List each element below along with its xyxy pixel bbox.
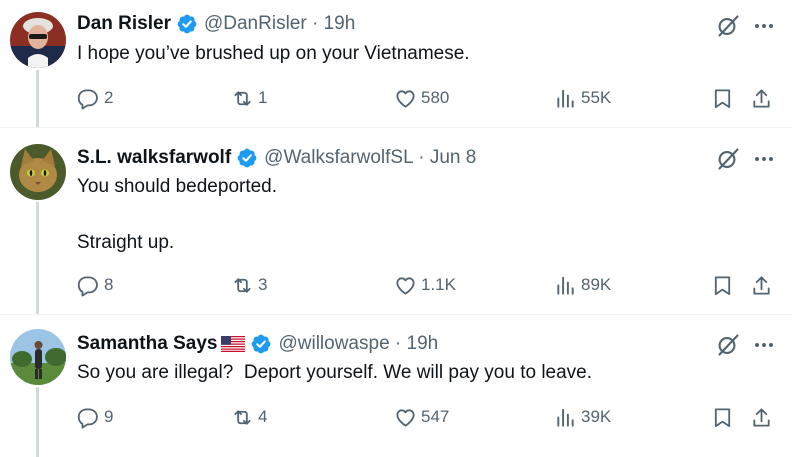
handle-text: @DanRisler bbox=[203, 13, 307, 34]
like-button[interactable]: 547 bbox=[394, 404, 449, 430]
bookmark-button[interactable] bbox=[711, 85, 734, 111]
share-icon bbox=[750, 274, 773, 297]
author-name[interactable]: S.L. walksfarwolf bbox=[77, 147, 231, 169]
reply-button[interactable]: 8 bbox=[77, 272, 113, 298]
bookmark-button[interactable] bbox=[711, 272, 734, 298]
like-count: 1.1K bbox=[421, 275, 456, 294]
verified-badge-icon[interactable] bbox=[176, 13, 198, 35]
share-icon bbox=[750, 87, 773, 110]
reply-button[interactable]: 9 bbox=[77, 404, 113, 430]
grok-icon[interactable] bbox=[716, 14, 740, 38]
bookmark-icon bbox=[711, 406, 734, 429]
retweet-button[interactable]: 4 bbox=[231, 404, 267, 430]
reply-feed: Dan Risler @DanRisler · 19h I hope you’v… bbox=[0, 0, 792, 457]
views-icon bbox=[554, 87, 577, 110]
retweet-icon bbox=[231, 87, 254, 110]
heart-icon bbox=[394, 406, 417, 429]
reply-count: 8 bbox=[104, 275, 114, 294]
retweet-button[interactable]: 3 bbox=[231, 272, 267, 298]
view-count: 89K bbox=[581, 275, 612, 294]
views-icon bbox=[554, 406, 577, 429]
like-count: 580 bbox=[421, 88, 450, 107]
author-name[interactable]: Dan Risler bbox=[77, 13, 171, 35]
more-icon[interactable] bbox=[752, 14, 776, 38]
separator-dot: · bbox=[418, 147, 425, 168]
thread-line bbox=[36, 70, 39, 127]
author-handle[interactable]: @willowaspe · 19h bbox=[278, 333, 438, 355]
timestamp[interactable]: 19h bbox=[324, 13, 356, 34]
retweet-count: 3 bbox=[258, 275, 268, 294]
heart-icon bbox=[394, 87, 417, 110]
retweet-icon bbox=[231, 406, 254, 429]
handle-text: @willowaspe bbox=[278, 333, 390, 354]
verified-badge-icon[interactable] bbox=[250, 333, 272, 355]
action-bar: 2 1 580 55K bbox=[77, 85, 777, 111]
like-count: 547 bbox=[421, 407, 450, 426]
reply-button[interactable]: 2 bbox=[77, 85, 113, 111]
like-button[interactable]: 1.1K bbox=[394, 272, 456, 298]
bookmark-icon bbox=[711, 274, 734, 297]
author-handle[interactable]: @DanRisler · 19h bbox=[204, 13, 355, 35]
verified-badge-icon[interactable] bbox=[236, 147, 258, 169]
tweet-header: Samantha Says @willowaspe · 19h bbox=[77, 332, 438, 356]
view-count: 39K bbox=[581, 407, 612, 426]
retweet-count: 4 bbox=[258, 407, 268, 426]
thread-line bbox=[36, 387, 39, 457]
share-icon bbox=[750, 406, 773, 429]
avatar[interactable] bbox=[10, 329, 66, 385]
avatar[interactable] bbox=[10, 144, 66, 200]
share-button[interactable] bbox=[750, 272, 773, 298]
share-button[interactable] bbox=[750, 85, 773, 111]
separator-dot: · bbox=[311, 13, 319, 34]
reply-count: 9 bbox=[104, 407, 114, 426]
action-bar: 9 4 547 39K bbox=[77, 404, 777, 430]
reply-count: 2 bbox=[104, 88, 114, 107]
action-bar: 8 3 1.1K 89K bbox=[77, 272, 777, 298]
tweet-header: S.L. walksfarwolf @WalksfarwolfSL · Jun … bbox=[77, 146, 476, 170]
view-count: 55K bbox=[581, 88, 612, 107]
more-icon[interactable] bbox=[752, 147, 776, 171]
tweet-text: I hope you’ve brushed up on your Vietnam… bbox=[77, 43, 470, 64]
views-icon bbox=[554, 274, 577, 297]
grok-icon[interactable] bbox=[716, 147, 740, 171]
retweet-count: 1 bbox=[258, 88, 268, 107]
us-flag-icon bbox=[221, 336, 246, 352]
bookmark-button[interactable] bbox=[711, 404, 734, 430]
timestamp[interactable]: 19h bbox=[407, 333, 439, 354]
tweet[interactable]: S.L. walksfarwolf @WalksfarwolfSL · Jun … bbox=[0, 127, 792, 315]
author-name[interactable]: Samantha Says bbox=[77, 333, 217, 355]
tweet[interactable]: Dan Risler @DanRisler · 19h I hope you’v… bbox=[0, 0, 792, 127]
reply-icon bbox=[77, 406, 100, 429]
retweet-button[interactable]: 1 bbox=[231, 85, 267, 111]
avatar[interactable] bbox=[10, 12, 66, 68]
retweet-icon bbox=[231, 274, 254, 297]
thread-line bbox=[36, 202, 39, 315]
author-handle[interactable]: @WalksfarwolfSL · Jun 8 bbox=[264, 147, 476, 169]
handle-text: @WalksfarwolfSL bbox=[264, 147, 413, 168]
more-icon[interactable] bbox=[752, 333, 776, 357]
tweet[interactable]: Samantha Says @willowaspe · 19h So you a… bbox=[0, 314, 792, 457]
reply-icon bbox=[77, 274, 100, 297]
views-button[interactable]: 89K bbox=[554, 272, 611, 298]
like-button[interactable]: 580 bbox=[394, 85, 449, 111]
tweet-header: Dan Risler @DanRisler · 19h bbox=[77, 12, 355, 36]
views-button[interactable]: 55K bbox=[554, 85, 611, 111]
tweet-text: So you are illegal? Deport yourself. We … bbox=[77, 362, 593, 383]
tweet-text: You should bedeported. Straight up. bbox=[77, 176, 278, 253]
separator-dot: · bbox=[394, 333, 402, 354]
views-button[interactable]: 39K bbox=[554, 404, 611, 430]
timestamp[interactable]: Jun 8 bbox=[430, 147, 476, 168]
bookmark-icon bbox=[711, 87, 734, 110]
reply-icon bbox=[77, 87, 100, 110]
grok-icon[interactable] bbox=[716, 333, 740, 357]
share-button[interactable] bbox=[750, 404, 773, 430]
heart-icon bbox=[394, 274, 417, 297]
